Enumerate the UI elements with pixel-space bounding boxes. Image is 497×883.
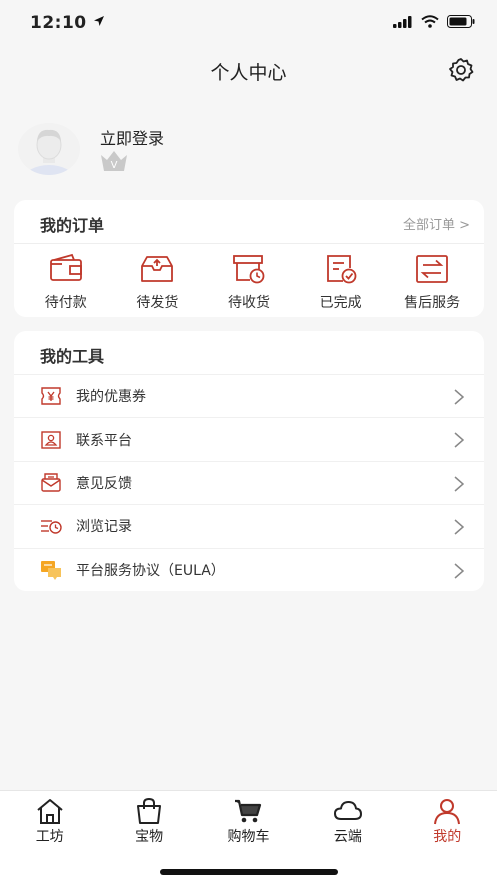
tool-label: 我的优惠券 (76, 389, 146, 406)
orders-title: 我的订单 (40, 216, 105, 235)
wallet-icon (49, 253, 82, 281)
login-link[interactable]: 立即登录 (100, 125, 164, 149)
avatar[interactable] (18, 123, 80, 175)
tool-item-feedback[interactable]: 意见反馈 (14, 460, 484, 504)
package-box-icon (141, 256, 174, 282)
order-item-after-sales[interactable]: 售后服务 (386, 248, 478, 312)
cloud-icon (333, 801, 362, 820)
settings-button[interactable] (447, 56, 475, 84)
home-icon (37, 799, 63, 824)
shopping-bag-icon (137, 797, 162, 824)
divider (14, 243, 484, 244)
status-bar: 12:10 (0, 0, 497, 48)
wifi-icon (421, 15, 439, 28)
agreement-chat-icon (41, 560, 61, 580)
order-item-pending-shipment[interactable]: 待发货 (112, 248, 204, 312)
gear-icon (449, 58, 474, 82)
tab-label: 工坊 (35, 829, 64, 845)
contact-card-icon (41, 430, 61, 449)
coupon-icon (41, 387, 61, 405)
tab-label: 我的 (433, 829, 462, 845)
chevron-right-icon (454, 432, 464, 448)
profile-section: 立即登录 V (18, 120, 478, 180)
page-title: 个人中心 (210, 62, 287, 84)
delivery-clock-icon (233, 255, 265, 284)
tab-cart[interactable]: 购物车 (203, 797, 293, 846)
chevron-right-icon (454, 562, 464, 579)
chevron-right-icon (454, 519, 464, 535)
tool-item-history[interactable]: 浏览记录 (14, 504, 484, 547)
tool-label: 浏览记录 (76, 519, 132, 536)
status-time: 12:10 (30, 13, 105, 33)
order-label: 待发货 (136, 295, 179, 311)
exchange-icon (416, 255, 449, 283)
user-icon (434, 799, 461, 825)
vip-badge: V (100, 150, 128, 172)
order-label: 待付款 (44, 295, 87, 311)
tab-label: 宝物 (135, 829, 164, 845)
tool-item-contact[interactable]: 联系平台 (14, 417, 484, 460)
default-avatar-icon (18, 123, 80, 175)
tab-treasure[interactable]: 宝物 (104, 797, 194, 846)
tool-item-eula[interactable]: 平台服务协议（EULA） (14, 547, 484, 591)
feedback-mail-icon (41, 473, 61, 492)
tab-cloud[interactable]: 云端 (303, 797, 393, 846)
battery-icon (447, 15, 475, 28)
completed-check-icon (326, 255, 356, 284)
orders-card: 我的订单 全部订单 > 待付款 待发货 待收货 已完成 售后服务 (14, 200, 484, 317)
location-arrow-icon (94, 16, 105, 26)
cart-icon (235, 799, 262, 823)
tool-label: 意见反馈 (76, 475, 132, 492)
signal-icon (393, 15, 412, 28)
order-label: 售后服务 (404, 295, 461, 311)
order-item-completed[interactable]: 已完成 (295, 248, 387, 312)
tool-label: 联系平台 (76, 432, 132, 449)
svg-text:V: V (111, 160, 118, 171)
order-item-pending-payment[interactable]: 待付款 (20, 248, 112, 312)
chevron-right-icon (454, 389, 464, 405)
history-icon (41, 520, 62, 535)
tools-card: 我的工具 我的优惠券 联系平台 意见反馈 浏览记录 平台服务协议（EULA） (14, 331, 484, 591)
crown-vip-icon: V (101, 151, 127, 171)
chevron-right-icon (454, 476, 464, 492)
all-orders-link[interactable]: 全部订单 > (403, 214, 470, 233)
tool-item-coupons[interactable]: 我的优惠券 (14, 374, 484, 417)
tools-title: 我的工具 (40, 347, 105, 366)
tab-mine[interactable]: 我的 (402, 797, 492, 846)
order-label: 待收货 (227, 295, 270, 311)
tab-workshop[interactable]: 工坊 (5, 797, 95, 846)
tab-label: 购物车 (227, 829, 270, 845)
order-label: 已完成 (319, 295, 362, 311)
home-indicator (160, 869, 338, 875)
tab-label: 云端 (333, 829, 362, 845)
header: 个人中心 (0, 48, 497, 92)
tool-label: 平台服务协议（EULA） (76, 562, 225, 579)
order-item-pending-receipt[interactable]: 待收货 (203, 248, 295, 312)
